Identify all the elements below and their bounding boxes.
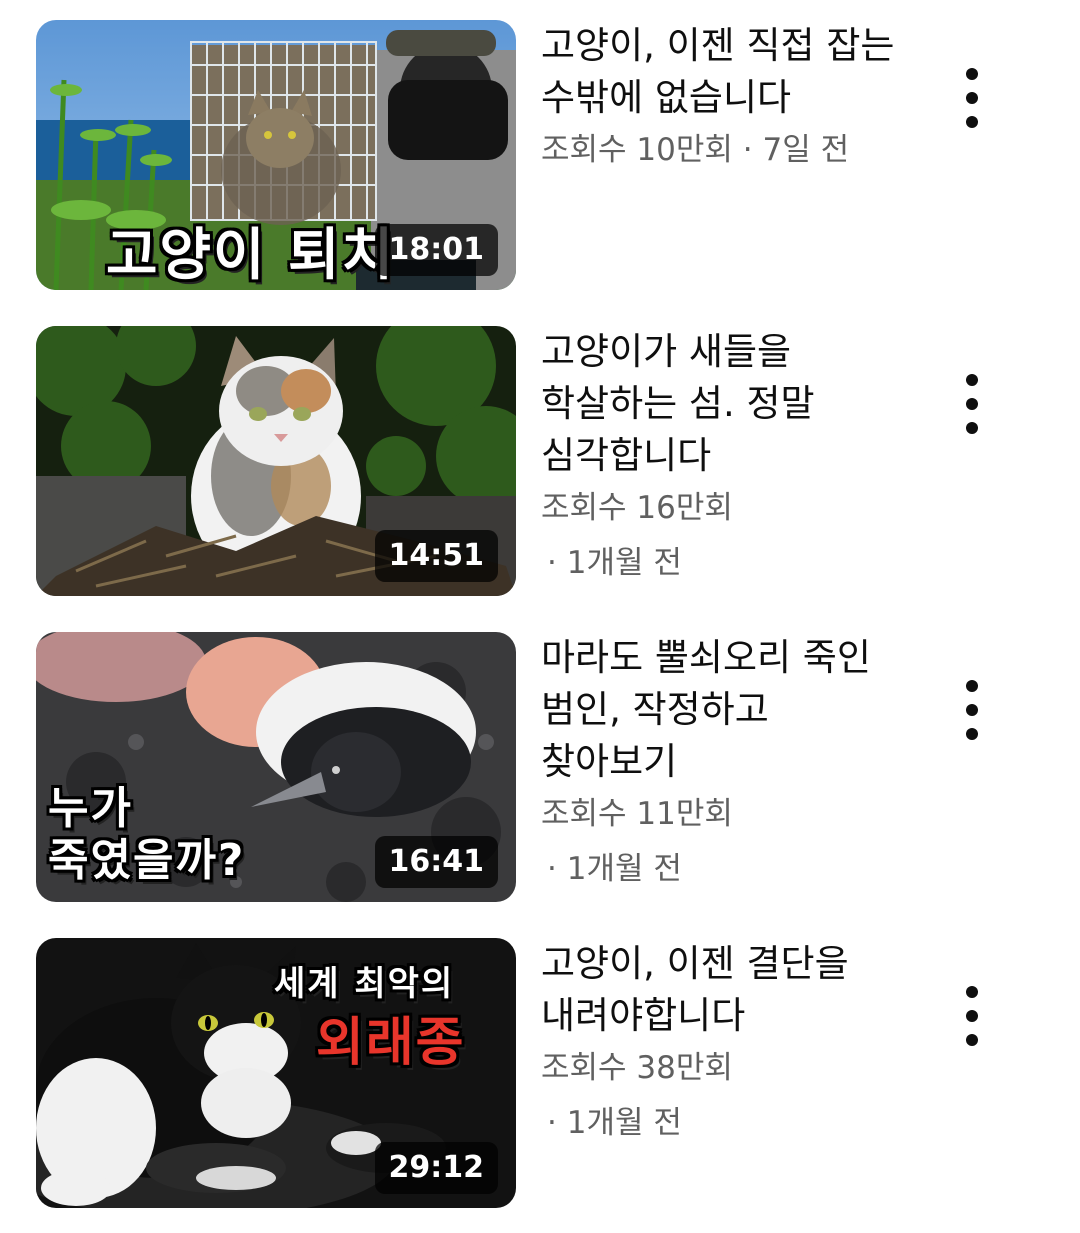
video-duration: 14:51 (374, 530, 498, 582)
thumbnail-caption: 고양이 퇴치 (106, 223, 396, 288)
video-age: 1개월 전 (541, 1097, 901, 1149)
video-thumbnail[interactable]: 고양이 퇴치 18:01 (36, 20, 516, 290)
video-title[interactable]: 고양이가 새들을 학살하는 섬. 정말 심각합니다 (541, 326, 901, 482)
video-age: 1개월 전 (541, 537, 901, 589)
video-thumbnail[interactable]: 14:51 (36, 326, 516, 596)
thumbnail-caption-line2: 외래종 (316, 1013, 466, 1073)
thumbnail-caption-line2: 죽였을까? (48, 835, 246, 886)
video-meta: 고양이, 이젠 결단을 내려야합니다 조회수 38만회 1개월 전 (541, 938, 901, 1149)
video-title[interactable]: 고양이, 이젠 결단을 내려야합니다 (541, 938, 901, 1042)
more-vertical-icon[interactable] (958, 374, 986, 434)
video-meta: 고양이, 이젠 직접 잡는 수밖에 없습니다 조회수 10만회7일 전 (541, 20, 901, 176)
video-views: 조회수 38만회 (541, 1050, 733, 1086)
video-views: 조회수 10만회 (541, 132, 733, 168)
thumbnail-caption-line1: 세계 최악의 (274, 964, 455, 1004)
video-meta: 고양이가 새들을 학살하는 섬. 정말 심각합니다 조회수 16만회 1개월 전 (541, 326, 901, 589)
thumbnail-caption-line1: 누가 (48, 783, 133, 834)
video-item[interactable]: 세계 최악의 외래종 29:12 고양이, 이젠 결단을 내려야합니다 조회수 … (0, 938, 1080, 1210)
video-views: 조회수 16만회 (541, 490, 733, 526)
video-thumbnail[interactable]: 누가 죽였을까? 16:41 (36, 632, 516, 902)
more-vertical-icon[interactable] (958, 680, 986, 740)
video-duration: 18:01 (374, 224, 498, 276)
video-title[interactable]: 마라도 뿔쇠오리 죽인 범인, 작정하고 찾아보기 (541, 632, 901, 788)
video-stats: 조회수 10만회7일 전 (541, 124, 901, 176)
more-vertical-icon[interactable] (958, 68, 986, 128)
video-item[interactable]: 고양이 퇴치 18:01 고양이, 이젠 직접 잡는 수밖에 없습니다 조회수 … (0, 20, 1080, 292)
video-item[interactable]: 누가 죽였을까? 16:41 마라도 뿔쇠오리 죽인 범인, 작정하고 찾아보기… (0, 632, 1080, 904)
video-title[interactable]: 고양이, 이젠 직접 잡는 수밖에 없습니다 (541, 20, 901, 124)
video-age: 7일 전 (733, 132, 849, 168)
video-meta: 마라도 뿔쇠오리 죽인 범인, 작정하고 찾아보기 조회수 11만회 1개월 전 (541, 632, 901, 895)
video-list: 고양이 퇴치 18:01 고양이, 이젠 직접 잡는 수밖에 없습니다 조회수 … (0, 0, 1080, 1233)
video-thumbnail[interactable]: 세계 최악의 외래종 29:12 (36, 938, 516, 1208)
video-duration: 29:12 (374, 1142, 498, 1194)
video-views: 조회수 11만회 (541, 796, 733, 832)
more-vertical-icon[interactable] (958, 986, 986, 1046)
video-item[interactable]: 14:51 고양이가 새들을 학살하는 섬. 정말 심각합니다 조회수 16만회… (0, 326, 1080, 598)
video-duration: 16:41 (374, 836, 498, 888)
video-age: 1개월 전 (541, 843, 901, 895)
